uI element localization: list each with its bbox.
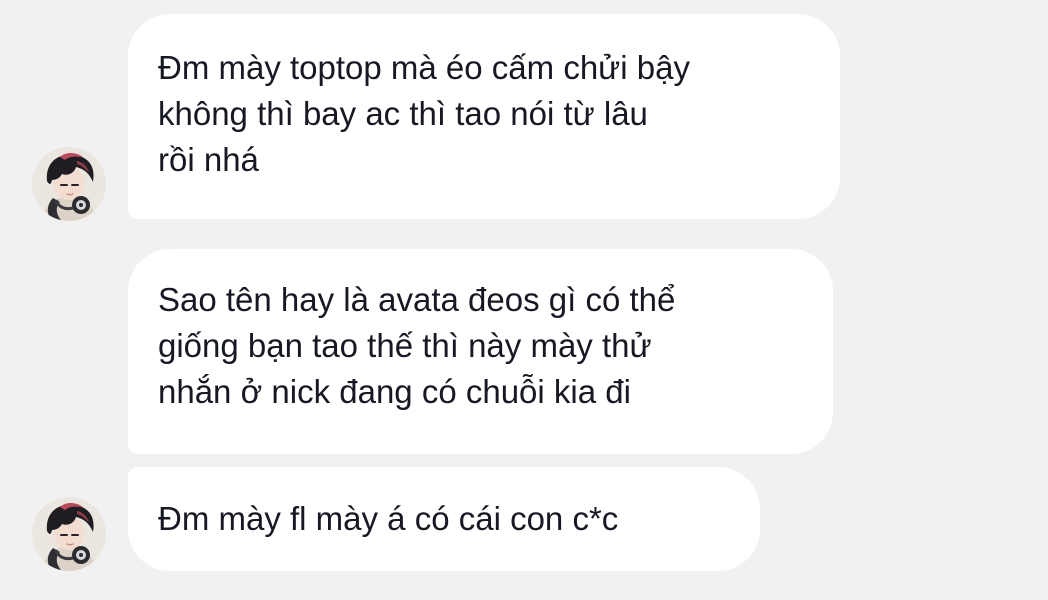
chat-thread: Đm mày toptop mà éo cấm chửi bậy không t… (0, 0, 1048, 600)
message-bubble[interactable]: Đm mày toptop mà éo cấm chửi bậy không t… (128, 14, 840, 219)
message-bubble[interactable]: Sao tên hay là avata đeos gì có thể giốn… (128, 249, 833, 454)
anime-boy-headphones-icon (32, 147, 106, 221)
avatar[interactable] (32, 497, 106, 571)
avatar[interactable] (32, 147, 106, 221)
message-bubble[interactable]: Đm mày fl mày á có cái con c*c (128, 467, 760, 571)
anime-boy-headphones-icon (32, 497, 106, 571)
